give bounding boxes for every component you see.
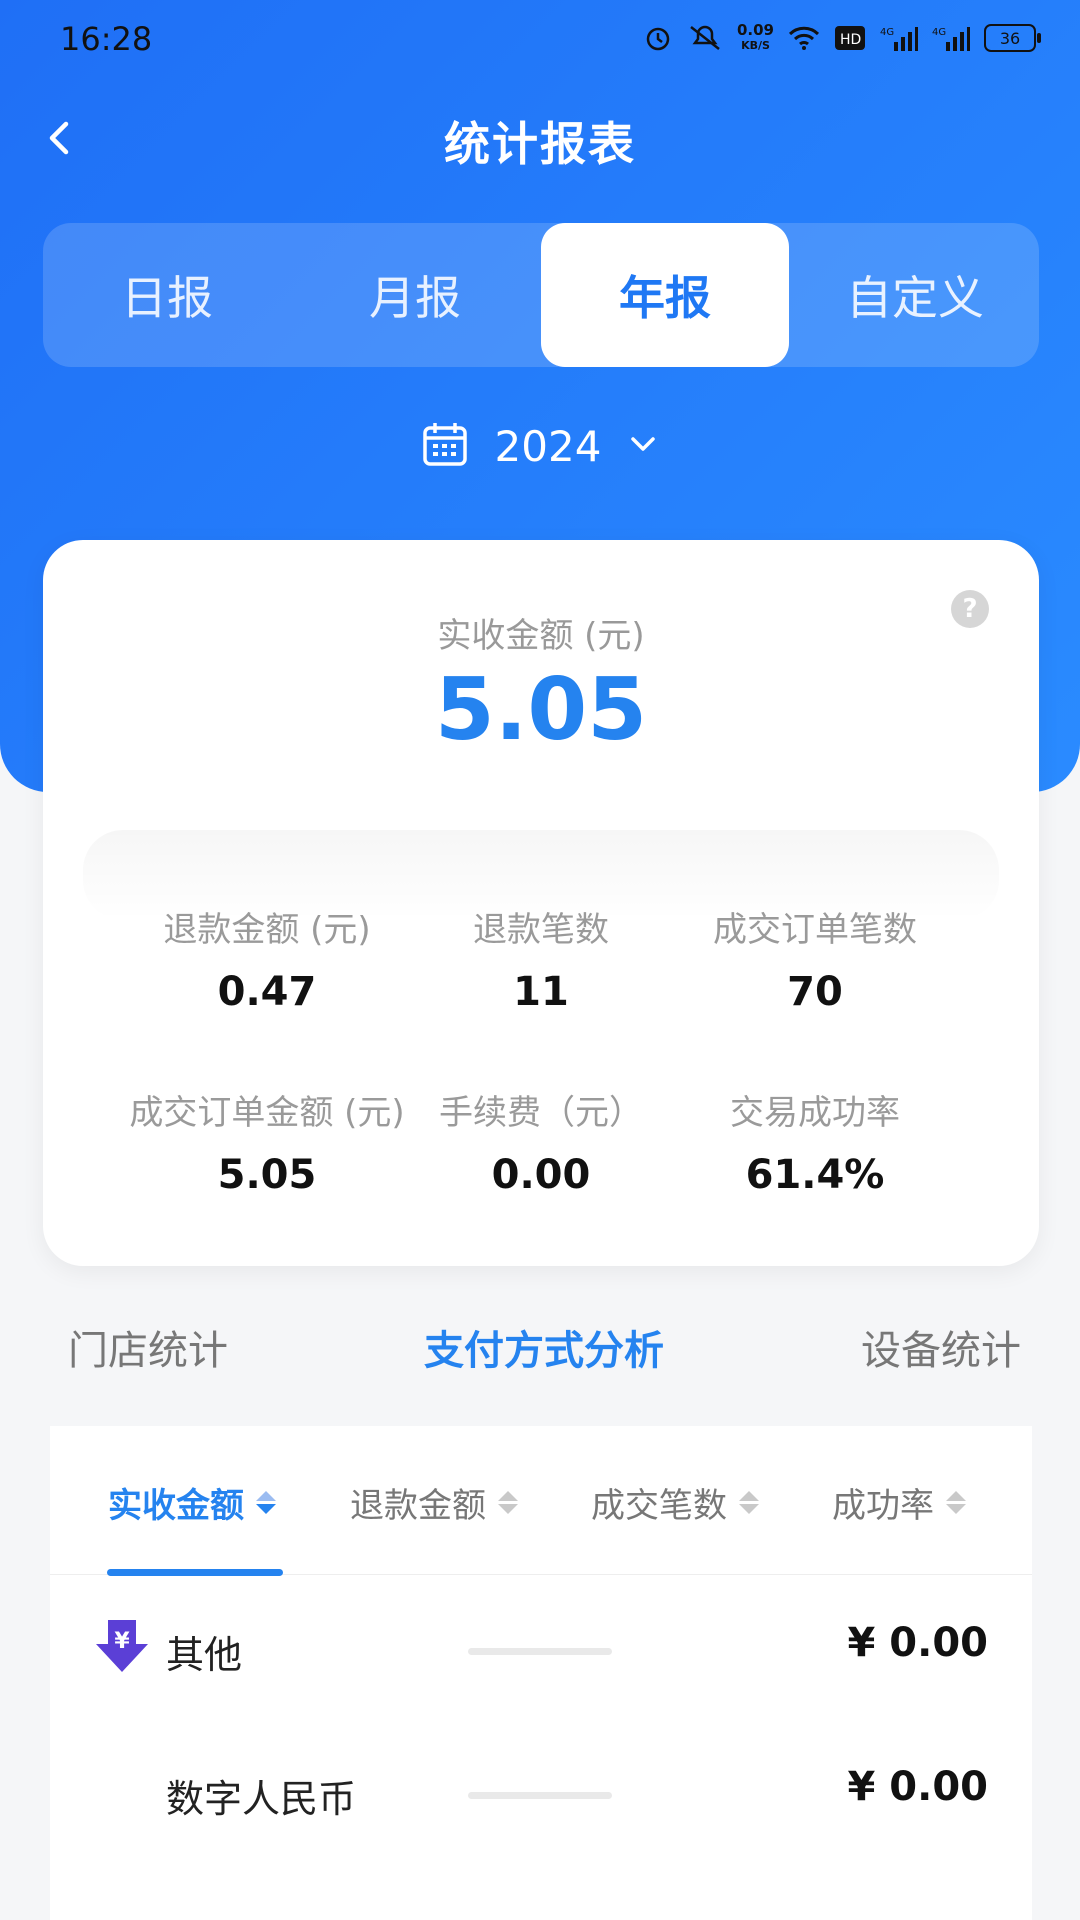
metric-value: 0.47 [217,969,317,1015]
status-bar: 16:28 0.09 KB/S HD 4G 4G 36 [0,0,1080,84]
metric-success-rate: 交易成功率 61.4% [665,1085,965,1198]
summary-card: ? 实收金额 (元) 5.05 退款金额 (元) 0.47 退款笔数 11 成交… [43,540,1039,1266]
page-title: 统计报表 [444,117,636,171]
tab-store-stats[interactable]: 门店统计 [68,1318,228,1376]
sort-icon [256,1491,276,1514]
alarm-icon [643,22,673,54]
payment-method-amount: ¥ 0.00 [847,1620,988,1666]
metric-label: 退款金额 (元) [163,910,371,950]
sort-icon [498,1491,518,1514]
sort-received-amount[interactable]: 实收金额 [108,1478,276,1527]
metric-label: 成交订单金额 (元) [129,1093,405,1133]
tab-device-stats[interactable]: 设备统计 [861,1318,1021,1376]
payment-method-name: 其他 [166,1633,243,1677]
year-value: 2024 [494,421,602,471]
metric-label: 手续费（元） [439,1093,643,1133]
metric-value: 11 [513,969,569,1015]
received-amount-label: 实收金额 (元) [437,616,645,656]
wifi-icon [788,22,820,54]
sort-icon [946,1491,966,1514]
year-picker[interactable]: 2024 [0,420,1080,472]
payment-method-amount: ¥ 0.00 [847,1764,988,1810]
list-item[interactable]: ¥ 其他 ¥ 0.00 [50,1596,1032,1706]
sort-label: 退款金额 [350,1486,486,1526]
segment-monthly[interactable]: 月报 [291,223,539,367]
progress-bar [468,1792,612,1799]
calendar-icon [421,420,469,472]
sort-label: 实收金额 [108,1486,244,1526]
payment-method-name: 数字人民币 [166,1777,357,1821]
sort-success-rate[interactable]: 成功率 [832,1478,966,1527]
list-item[interactable]: 数字人民币 ¥ 0.00 [50,1740,1032,1850]
battery-icon: 36 [984,24,1041,52]
analysis-tabs: 门店统计 支付方式分析 设备统计 [0,1318,1080,1384]
signal-4g-icon: 4G [932,22,970,54]
tab-payment-method-analysis[interactable]: 支付方式分析 [424,1318,664,1376]
svg-text:¥: ¥ [114,1629,130,1654]
metric-fee: 手续费（元） 0.00 [391,1085,691,1198]
sort-transaction-count[interactable]: 成交笔数 [591,1478,759,1527]
metric-label: 成交订单笔数 [713,910,917,950]
metric-order-count: 成交订单笔数 70 [665,902,965,1015]
metric-value: 61.4% [745,1152,885,1198]
sort-label: 成交笔数 [591,1486,727,1526]
sort-label: 成功率 [832,1486,934,1526]
metric-refund-count: 退款笔数 11 [391,902,691,1015]
sort-tabs: 实收金额 退款金额 成交笔数 成功率 [50,1426,1032,1576]
sort-refund-amount[interactable]: 退款金额 [350,1478,518,1527]
signal-4g-icon: 4G [880,22,918,54]
segment-daily[interactable]: 日报 [43,223,291,367]
navigation-bar: 统计报表 [0,96,1080,180]
metric-value: 5.05 [217,1152,317,1198]
sort-icon [739,1491,759,1514]
metric-value: 0.00 [491,1152,591,1198]
metric-value: 70 [787,969,843,1015]
svg-text:4G: 4G [880,27,894,38]
metric-refund-amount: 退款金额 (元) 0.47 [117,902,417,1015]
payment-method-panel: 实收金额 退款金额 成交笔数 成功率 ¥ 其他 ¥ 0.00 数字人民币 ¥ 0… [50,1426,1032,1920]
svg-text:4G: 4G [932,27,946,38]
metric-order-amount: 成交订单金额 (元) 5.05 [117,1085,417,1198]
status-time: 16:28 [60,20,153,58]
segment-custom[interactable]: 自定义 [791,223,1039,367]
svg-text:HD: HD [840,32,861,48]
period-segmented-control: 日报 月报 年报 自定义 [43,223,1039,367]
received-amount-value: 5.05 [434,660,648,760]
hd-icon: HD [834,22,866,54]
net-speed: 0.09 KB/S [736,21,774,53]
metric-label: 退款笔数 [473,910,609,950]
metric-label: 交易成功率 [730,1093,900,1133]
chevron-down-icon [627,428,659,464]
progress-bar [468,1648,612,1655]
active-tab-underline [107,1569,283,1576]
segment-yearly[interactable]: 年报 [541,223,789,367]
mute-icon [687,22,723,54]
yuan-down-icon: ¥ [94,1618,150,1674]
